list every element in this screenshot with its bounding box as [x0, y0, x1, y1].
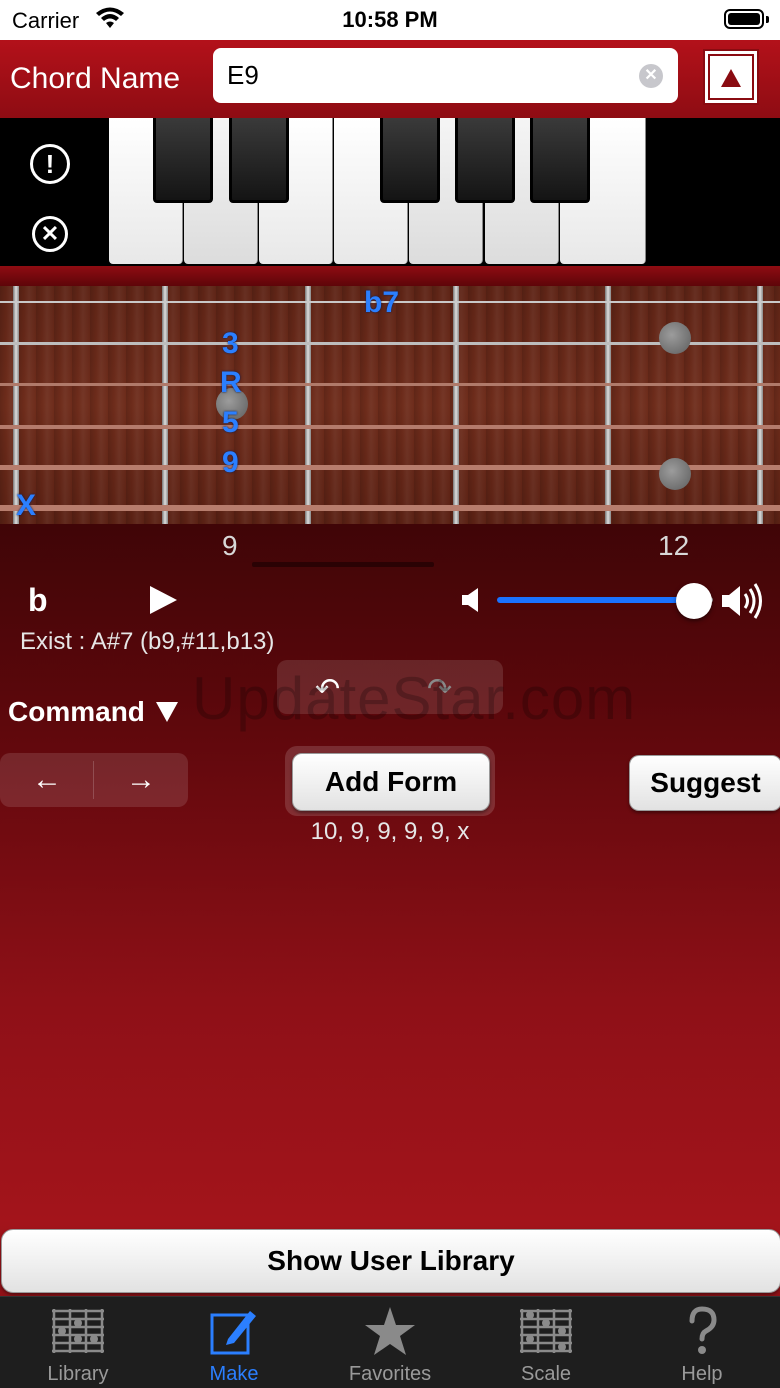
- tab-library[interactable]: Library: [0, 1297, 156, 1388]
- volume-low-icon: [462, 588, 478, 612]
- tab-help[interactable]: Help: [624, 1297, 780, 1388]
- tab-make[interactable]: Make: [156, 1297, 312, 1388]
- pencil-icon: [210, 1311, 256, 1355]
- piano-black-key[interactable]: [153, 118, 213, 203]
- tab-scale[interactable]: Scale: [468, 1297, 624, 1388]
- fretboard-top-border: [0, 266, 780, 286]
- watermark: UpdateStar.com: [192, 665, 637, 732]
- command-menu-button[interactable]: Command: [8, 696, 145, 728]
- fret-wire: [305, 286, 311, 524]
- note-marker[interactable]: R: [220, 366, 242, 400]
- fret-inlay-dot: [659, 322, 691, 354]
- existing-chord-text: Exist : A#7 (b9,#11,b13): [20, 628, 275, 655]
- piano-black-key[interactable]: [455, 118, 515, 203]
- show-user-library-button[interactable]: Show User Library: [1, 1229, 780, 1293]
- arrow-right-icon[interactable]: →: [126, 763, 156, 797]
- scale-icon: [520, 1309, 572, 1353]
- collapse-button[interactable]: [703, 49, 759, 105]
- play-icon[interactable]: [150, 586, 177, 614]
- fret-wire: [757, 286, 763, 524]
- arrow-left-icon[interactable]: ←: [32, 763, 62, 797]
- flat-toggle-button[interactable]: b: [28, 582, 48, 619]
- tab-bar: Library Make Favorites Scale Help: [0, 1296, 780, 1388]
- suggest-button[interactable]: Suggest: [629, 755, 780, 811]
- fret-wire: [605, 286, 611, 524]
- triangle-down-icon[interactable]: [156, 702, 178, 722]
- fret-inlay-dot: [659, 458, 691, 490]
- position-arrows-group: ← →: [0, 753, 188, 807]
- library-icon: [52, 1309, 104, 1353]
- chord-name-input[interactable]: [227, 48, 627, 103]
- fret-wire: [453, 286, 459, 524]
- guitar-string: [0, 425, 780, 429]
- divider: [93, 761, 94, 799]
- note-marker[interactable]: 5: [222, 406, 239, 440]
- battery-tip: [766, 16, 769, 23]
- star-icon: [365, 1307, 415, 1355]
- tab-label: Scale: [520, 1363, 572, 1385]
- triangle-up-icon: [721, 69, 741, 87]
- volume-slider-thumb[interactable]: [676, 583, 712, 619]
- battery-icon: [724, 9, 764, 29]
- fret-number: 9: [222, 530, 238, 561]
- fret-wire: [162, 286, 168, 524]
- chord-name-field[interactable]: ✕: [213, 48, 678, 103]
- help-icon: [689, 1306, 717, 1354]
- piano-black-key[interactable]: [229, 118, 289, 203]
- guitar-string: [0, 383, 780, 386]
- piano-keyboard: ! ✕: [0, 118, 780, 266]
- tab-label: Library: [47, 1363, 109, 1385]
- add-form-button[interactable]: Add Form: [292, 753, 490, 811]
- header: Chord Name ✕: [0, 40, 780, 118]
- muted-string-marker[interactable]: X: [16, 489, 36, 523]
- tab-label: Make: [209, 1363, 259, 1385]
- status-bar: Carrier 10:58 PM: [0, 0, 780, 40]
- fretboard[interactable]: b7 3 R 5 9 X: [0, 286, 780, 524]
- fingering-text: 10, 9, 9, 9, 9, x: [310, 818, 470, 845]
- note-marker[interactable]: 3: [222, 327, 239, 361]
- volume-high-icon: [722, 583, 762, 619]
- collapse-button-frame: [708, 54, 754, 100]
- piano-black-key[interactable]: [380, 118, 440, 203]
- close-circle-icon[interactable]: ✕: [32, 216, 68, 252]
- fretboard-scrollbar[interactable]: [252, 562, 434, 567]
- piano-black-key[interactable]: [530, 118, 590, 203]
- page-title: Chord Name: [10, 62, 181, 95]
- fret-number: 12: [658, 530, 690, 561]
- tab-favorites[interactable]: Favorites: [312, 1297, 468, 1388]
- clear-icon[interactable]: ✕: [639, 64, 663, 88]
- note-marker[interactable]: b7: [364, 286, 399, 320]
- tab-label: Favorites: [348, 1363, 432, 1385]
- info-icon[interactable]: !: [30, 144, 70, 184]
- tab-label: Help: [681, 1363, 723, 1385]
- volume-slider[interactable]: [497, 597, 693, 603]
- guitar-string: [0, 505, 780, 511]
- status-time: 10:58 PM: [342, 7, 438, 32]
- note-marker[interactable]: 9: [222, 446, 239, 480]
